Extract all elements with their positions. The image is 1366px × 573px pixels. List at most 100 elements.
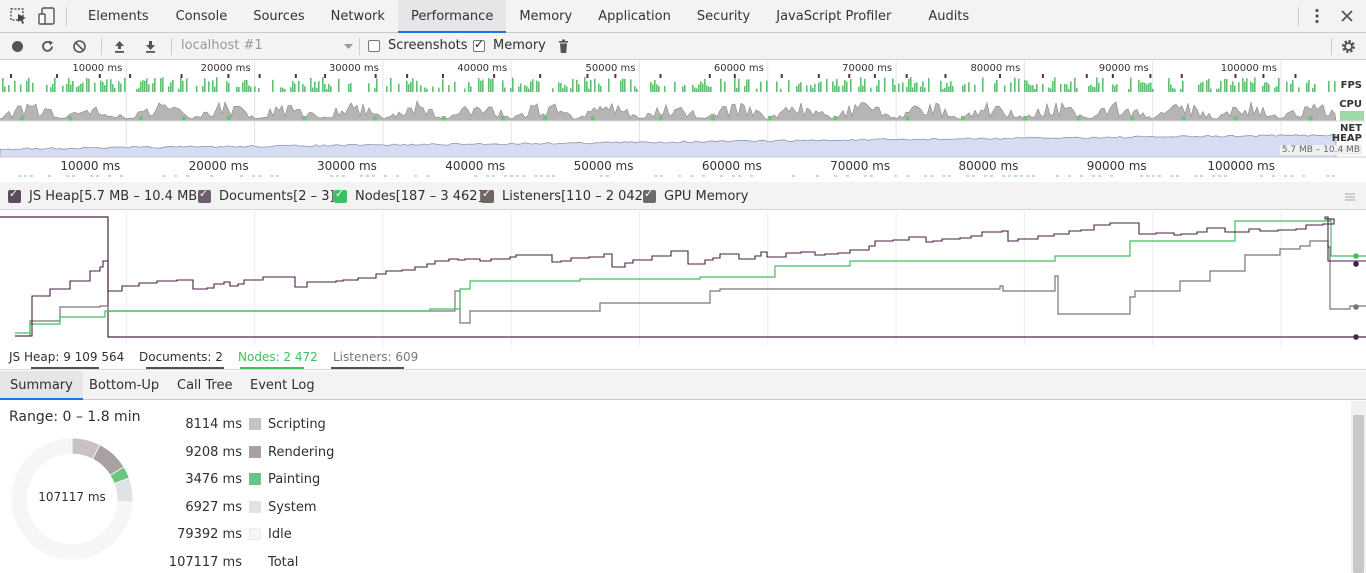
fps-bar xyxy=(1146,84,1148,92)
fps-bar xyxy=(1314,83,1316,92)
fps-bar xyxy=(700,81,702,92)
fps-bar xyxy=(1034,88,1036,92)
tab-security[interactable]: Security xyxy=(684,0,763,33)
overview-bottom-tick: 20000 ms xyxy=(189,159,249,173)
save-profile-icon[interactable] xyxy=(142,38,159,55)
fps-bar xyxy=(208,81,210,92)
counter-toggle-gpu-memory[interactable]: GPU Memory xyxy=(643,187,748,204)
settings-gear-icon[interactable] xyxy=(1340,38,1357,55)
tab-performance[interactable]: Performance xyxy=(397,0,507,33)
checkbox-icon[interactable] xyxy=(334,187,347,203)
memory-label: Memory xyxy=(493,38,546,53)
fps-bar xyxy=(390,78,392,92)
summary-scrollbar[interactable] xyxy=(1351,401,1366,573)
fps-bar xyxy=(634,86,636,92)
target-select[interactable]: localhost #1 xyxy=(181,38,263,53)
fps-bar xyxy=(814,83,816,92)
fps-bar xyxy=(858,86,860,92)
cpu-paint-mark xyxy=(711,116,716,121)
frame-tick xyxy=(510,175,513,177)
frame-tick xyxy=(972,175,975,177)
tab-application[interactable]: Application xyxy=(585,0,684,33)
fps-bar xyxy=(562,88,564,92)
device-toolbar-icon[interactable] xyxy=(38,6,58,26)
fps-bar xyxy=(864,78,866,92)
cpu-paint-mark xyxy=(1023,116,1028,121)
load-profile-icon[interactable] xyxy=(111,38,128,55)
counter-toggle-documents[interactable]: Documents[2 – 3] xyxy=(198,187,335,204)
scrollbar-thumb[interactable] xyxy=(1353,415,1364,573)
tab-bottom-up[interactable]: Bottom-Up xyxy=(79,371,169,400)
chevron-down-icon[interactable] xyxy=(340,38,357,55)
resize-handle-icon[interactable] xyxy=(1344,191,1356,206)
fps-bar xyxy=(204,78,206,92)
fps-bar xyxy=(586,81,588,92)
frame-tick xyxy=(1098,175,1101,177)
tab-audits[interactable]: Audits xyxy=(915,0,982,33)
checkbox-icon[interactable] xyxy=(643,187,656,203)
timeline-overview[interactable]: 10000 ms 20000 ms 30000 ms 40000 ms 50000 ms… xyxy=(0,61,1366,179)
tab-javascript-profiler[interactable]: JavaScript Profiler xyxy=(763,0,915,33)
fps-bar xyxy=(442,79,444,92)
frame-tick xyxy=(966,175,969,177)
record-icon[interactable] xyxy=(9,38,26,55)
fps-bar xyxy=(1182,80,1184,92)
tab-event-log[interactable]: Event Log xyxy=(240,371,325,400)
memory-counters-chart[interactable] xyxy=(0,211,1366,346)
tab-console[interactable]: Console xyxy=(163,0,241,33)
fps-bar xyxy=(330,86,332,92)
counter-values: JS Heap: 9 109 564 Documents: 2 Nodes: 2… xyxy=(0,346,1366,370)
frame-tick xyxy=(534,175,537,177)
summary-value: 9208 ms xyxy=(185,444,242,460)
counter-toggle-label: Listeners[110 – 2 042] xyxy=(502,188,649,204)
collect-garbage-icon[interactable] xyxy=(555,38,572,55)
frame-tick xyxy=(366,175,369,177)
screenshots-checkbox[interactable] xyxy=(368,40,380,52)
fps-bar xyxy=(620,80,622,92)
fps-bar xyxy=(738,78,740,92)
color-swatch xyxy=(249,501,261,513)
fps-bar xyxy=(720,78,722,92)
fps-bar xyxy=(272,79,274,92)
tab-summary[interactable]: Summary xyxy=(0,371,83,400)
frame-tick xyxy=(1068,175,1071,177)
fps-bar xyxy=(826,79,828,92)
memory-counters-graph[interactable] xyxy=(0,211,1366,346)
fps-bar xyxy=(1328,80,1330,92)
frame-tick xyxy=(984,175,987,177)
tab-elements[interactable]: Elements xyxy=(74,0,163,33)
tab-memory[interactable]: Memory xyxy=(506,0,585,33)
fps-bar xyxy=(1200,82,1202,92)
fps-bar xyxy=(902,82,904,92)
more-menu-icon[interactable] xyxy=(1307,6,1327,26)
fps-bar xyxy=(908,78,910,92)
fps-bar xyxy=(844,79,846,92)
frame-tick xyxy=(1110,175,1113,177)
summary-label: Scripting xyxy=(268,416,326,432)
checkbox-icon[interactable] xyxy=(8,187,21,203)
frame-tick xyxy=(1260,175,1263,177)
memory-checkbox[interactable] xyxy=(473,37,485,52)
reload-record-icon[interactable] xyxy=(39,38,56,55)
clear-icon[interactable] xyxy=(71,38,88,55)
overview-graph[interactable]: 10000 ms 20000 ms 30000 ms 40000 ms 50000 ms… xyxy=(0,61,1366,179)
tab-sources[interactable]: Sources xyxy=(240,0,317,33)
counter-toggle-listeners[interactable]: Listeners[110 – 2 042] xyxy=(481,187,649,204)
frame-tick xyxy=(210,175,213,177)
inspect-element-icon[interactable] xyxy=(9,6,29,26)
listeners-line xyxy=(15,240,1366,337)
fps-bar xyxy=(528,88,530,92)
cpu-paint-mark xyxy=(441,116,446,121)
checkbox-icon[interactable] xyxy=(481,187,494,203)
overview-top-tick: 30000 ms xyxy=(329,63,379,74)
checkbox-icon[interactable] xyxy=(198,187,211,203)
close-icon[interactable] xyxy=(1337,6,1357,26)
tab-call-tree[interactable]: Call Tree xyxy=(167,371,243,400)
fps-bar xyxy=(630,79,632,92)
tab-network[interactable]: Network xyxy=(318,0,398,33)
fps-bar xyxy=(470,86,472,92)
fps-bar xyxy=(552,88,554,92)
counter-toggle-nodes[interactable]: Nodes[187 – 3 462] xyxy=(334,187,483,204)
fps-bar xyxy=(138,88,140,92)
counter-toggle-js-heap[interactable]: JS Heap[5.7 MB – 10.4 MB] xyxy=(8,187,202,204)
